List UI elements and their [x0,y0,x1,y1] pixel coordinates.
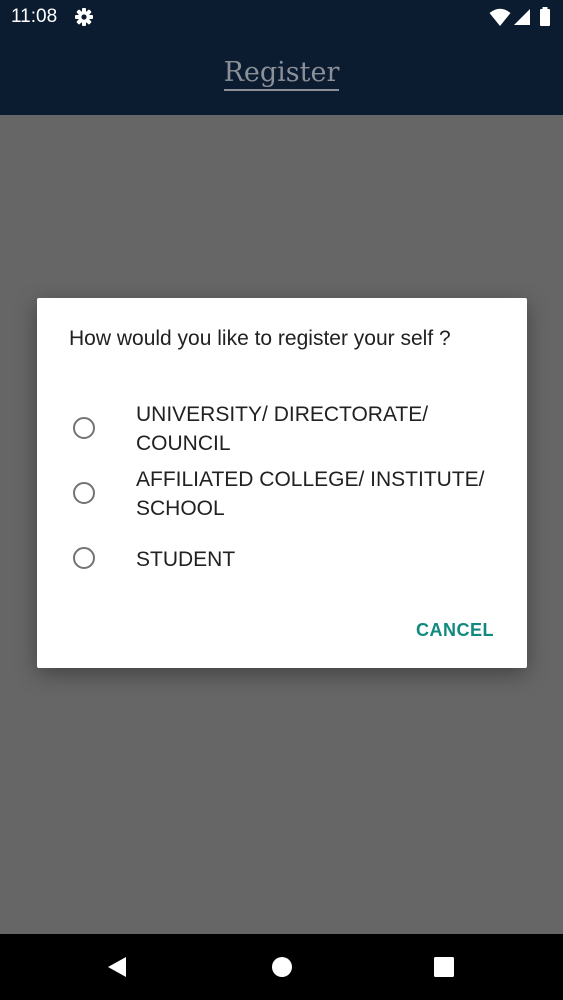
home-icon[interactable] [271,956,293,978]
status-bar: 11:08 [0,0,563,34]
radio-button[interactable] [73,417,95,439]
status-time: 11:08 [11,6,58,27]
cancel-button[interactable]: CANCEL [416,618,494,642]
radio-button[interactable] [73,482,95,504]
app-bar: Register [0,34,563,115]
app-title-text: Register [223,57,340,91]
option-university[interactable]: UNIVERSITY/ DIRECTORATE/ COUNCIL [37,399,527,459]
option-student[interactable]: STUDENT [37,530,527,590]
register-type-dialog: How would you like to register your self… [37,298,527,668]
option-affiliated-college[interactable]: AFFILIATED COLLEGE/ INSTITUTE/ SCHOOL [37,465,527,525]
screen: 11:08 Register How would you like to reg… [0,0,563,1000]
app-title: Register [0,56,563,91]
option-label: STUDENT [136,548,236,571]
back-icon[interactable] [106,956,128,978]
radio-button[interactable] [73,547,95,569]
battery-icon [540,7,550,26]
dialog-title: How would you like to register your self… [69,327,451,350]
option-label: AFFILIATED COLLEGE/ INSTITUTE/ SCHOOL [136,468,485,520]
status-icons [489,6,553,28]
recents-icon[interactable] [433,956,455,978]
wifi-icon [489,8,511,26]
signal-icon [514,9,530,25]
option-label: UNIVERSITY/ DIRECTORATE/ COUNCIL [136,403,429,455]
settings-icon [74,7,94,27]
navigation-bar [0,934,563,1000]
